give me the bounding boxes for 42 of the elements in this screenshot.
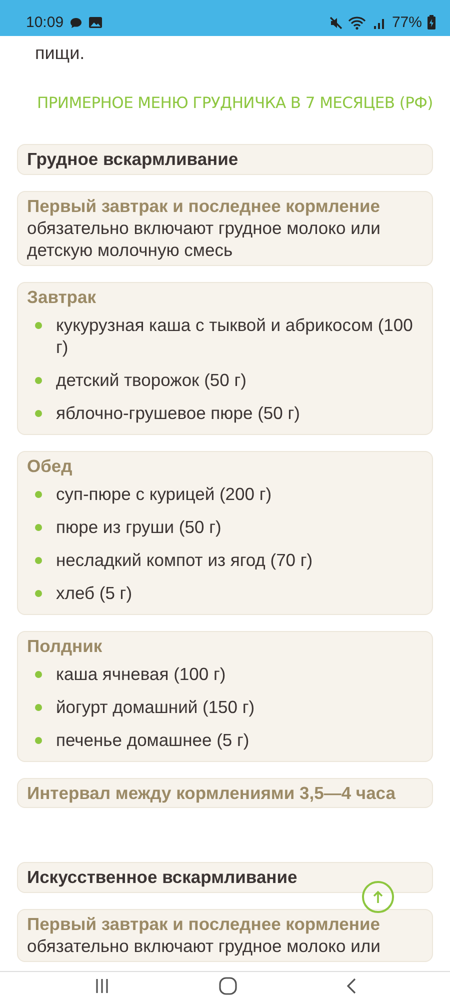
home-icon[interactable] [218, 976, 238, 996]
bullet-icon [35, 322, 42, 329]
bullet-icon [35, 524, 42, 531]
paragraph-text: пищи. [35, 42, 86, 65]
section-title: Искусственное вскармливание [17, 862, 433, 893]
note-title: Первый завтрак и последнее кормление [27, 195, 381, 217]
meal-item: каша ячневая (100 г) [56, 663, 226, 685]
chat-icon [68, 16, 83, 30]
meal-title: Обед [27, 455, 74, 477]
meal-item: кукурузная каша с тыквой и абрикосом (100 г) [56, 314, 414, 358]
back-icon[interactable] [344, 977, 357, 995]
bullet-icon [35, 377, 42, 384]
battery-percent: 77% [392, 14, 422, 31]
note-title: Первый завтрак и последнее кормление [27, 913, 381, 935]
meal-item: пюре из груши (50 г) [56, 516, 222, 538]
arrow-up-icon [372, 890, 384, 904]
interval-note: Интервал между кормлениями 3,5—4 часа [17, 778, 433, 808]
mute-icon [328, 16, 343, 30]
section-title: Грудное вскармливание [17, 144, 433, 175]
note-text: обязательно включают грудное молоко или детскую молочную смесь [27, 217, 382, 261]
image-icon [88, 16, 103, 29]
section-heading: ПРИМЕРНОЕ МЕНЮ ГРУДНИЧКА В 7 МЕСЯЦЕВ (РФ) [37, 94, 433, 112]
battery-icon [427, 15, 436, 30]
meal-item: йогурт домашний (150 г) [56, 696, 255, 718]
meal-item: суп-пюре с курицей (200 г) [56, 483, 272, 505]
meal-item: несладкий компот из ягод (70 г) [56, 549, 313, 571]
note-text: обязательно включают грудное молоко или [27, 935, 382, 957]
clock-time: 10:09 [26, 14, 64, 31]
bullet-icon [35, 590, 42, 597]
bullet-icon [35, 671, 42, 678]
bullet-icon [35, 491, 42, 498]
bullet-icon [35, 704, 42, 711]
meal-item: детский творожок (50 г) [56, 369, 246, 391]
meal-title: Полдник [27, 635, 104, 657]
bullet-icon [35, 557, 42, 564]
bullet-icon [35, 410, 42, 417]
wifi-icon [348, 16, 368, 30]
meal-title: Завтрак [27, 286, 97, 308]
meal-item: печенье домашнее (5 г) [56, 729, 250, 751]
meal-item: хлеб (5 г) [56, 582, 132, 604]
meal-item: яблочно-грушевое пюре (50 г) [56, 402, 300, 424]
bullet-icon [35, 737, 42, 744]
